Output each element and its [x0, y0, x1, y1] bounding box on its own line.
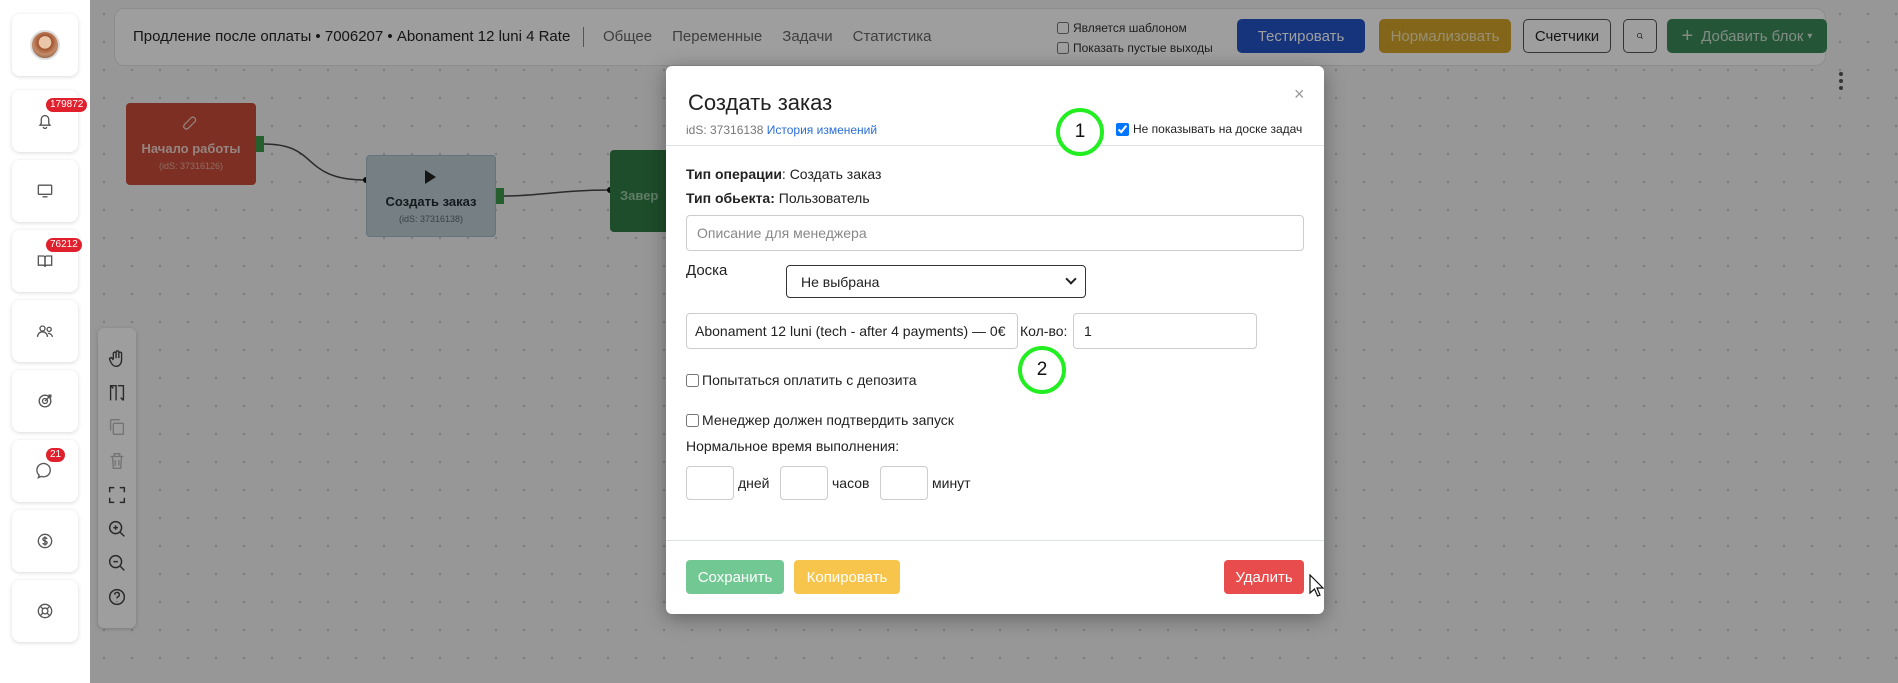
hide-on-board-label: Не показывать на доске задач [1133, 122, 1303, 136]
product-select[interactable]: Abonament 12 luni (tech - after 4 paymen… [686, 313, 1018, 349]
object-type-value: Пользователь [774, 190, 870, 206]
board-label: Доска [686, 262, 728, 279]
days-input[interactable] [686, 466, 734, 500]
hours-input[interactable] [780, 466, 828, 500]
manager-description-input[interactable]: Описание для менеджера [686, 215, 1304, 251]
chevron-down-icon [1065, 273, 1077, 285]
hours-label: часов [832, 475, 870, 491]
confirm-checkbox[interactable] [686, 413, 699, 427]
confirm-option: Менеджер должен подтвердить запуск [686, 412, 954, 428]
modal-header-divider [666, 145, 1324, 146]
quantity-input[interactable]: 1 [1073, 313, 1257, 349]
object-type-label: Тип обьекта: [686, 190, 775, 206]
quantity-label: Кол-во: [1020, 323, 1068, 339]
confirm-label: Менеджер должен подтвердить запуск [702, 412, 954, 428]
delete-button[interactable]: Удалить [1224, 560, 1304, 594]
close-icon[interactable]: × [1294, 84, 1305, 105]
hide-on-board-option: Не показывать на доске задач [1116, 122, 1302, 136]
mouse-cursor-icon [1309, 574, 1325, 597]
save-button[interactable]: Сохранить [686, 560, 784, 594]
board-select-value: Не выбрана [801, 274, 880, 290]
deposit-option: Попытаться оплатить с депозита [686, 372, 917, 388]
minutes-input[interactable] [880, 466, 928, 500]
board-select[interactable]: Не выбрана [786, 265, 1086, 298]
modal-ids-text: idS: 37316138 [686, 123, 764, 137]
modal-title: Создать заказ [688, 90, 833, 115]
create-order-modal: Создать заказ × idS: 37316138 История из… [666, 66, 1324, 614]
history-link[interactable]: История изменений [767, 123, 877, 137]
modal-ids: idS: 37316138 История изменений [686, 123, 877, 137]
hide-on-board-checkbox[interactable] [1116, 122, 1129, 136]
annotation-marker-1: 1 [1056, 108, 1104, 156]
minutes-label: минут [932, 475, 971, 491]
deposit-label: Попытаться оплатить с депозита [702, 372, 917, 388]
operation-type-label: Тип операции [686, 166, 782, 182]
copy-button[interactable]: Копировать [794, 560, 900, 594]
annotation-marker-2: 2 [1018, 346, 1066, 394]
normal-time-label: Нормальное время выполнения: [686, 438, 900, 454]
days-label: дней [738, 475, 770, 491]
operation-type: Тип операции: Создать заказ [686, 166, 881, 182]
object-type: Тип обьекта: Пользователь [686, 190, 870, 206]
deposit-checkbox[interactable] [686, 373, 699, 387]
modal-footer-divider [666, 540, 1324, 541]
operation-type-value: : Создать заказ [781, 166, 882, 182]
